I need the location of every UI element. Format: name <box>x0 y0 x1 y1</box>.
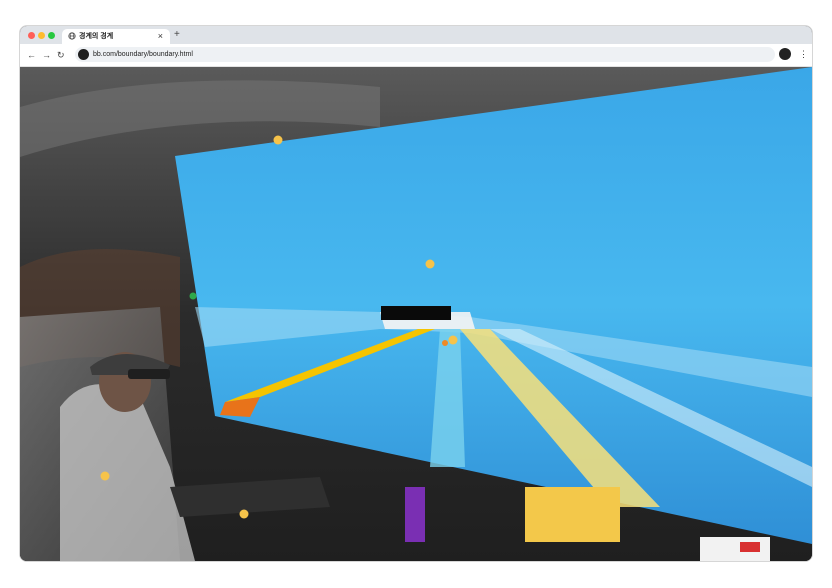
close-window-button[interactable] <box>28 32 35 39</box>
new-tab-button[interactable]: + <box>174 29 180 41</box>
url-text[interactable]: bb.com/boundary/boundary.html <box>93 48 193 61</box>
back-button[interactable]: ← <box>27 48 36 62</box>
green-marker-icon <box>189 292 197 300</box>
tab-title: 경계의 경계 <box>79 33 114 40</box>
page-content[interactable] <box>20 67 812 561</box>
tab-close-button[interactable]: × <box>158 30 163 42</box>
box-item <box>525 487 620 542</box>
profile-icon[interactable] <box>779 48 791 60</box>
smiling-face-icon <box>273 135 283 145</box>
reload-button[interactable]: ↻ <box>57 48 65 62</box>
orange-marker-icon <box>442 340 448 346</box>
minimize-window-button[interactable] <box>38 32 45 39</box>
purple-item <box>405 487 425 542</box>
globe-icon <box>68 32 76 40</box>
site-logo-icon <box>78 49 89 60</box>
black-bar <box>381 306 451 320</box>
browser-toolbar: ← → ↻ bb.com/boundary/boundary.html ⋮ <box>20 44 812 67</box>
address-bar[interactable]: bb.com/boundary/boundary.html <box>75 47 775 62</box>
browser-menu-button[interactable]: ⋮ <box>799 47 808 61</box>
sad-face-icon <box>100 471 110 481</box>
sad-face-icon-2 <box>239 509 249 519</box>
vr-headset <box>128 369 170 379</box>
smiling-face-icon-2 <box>448 335 458 345</box>
grinning-face-icon <box>425 259 435 269</box>
forward-button[interactable]: → <box>42 48 51 62</box>
tab-bar: 경계의 경계 × + <box>20 26 812 44</box>
maximize-window-button[interactable] <box>48 32 55 39</box>
red-item <box>740 542 760 552</box>
car-scene <box>20 67 812 561</box>
tab-active[interactable]: 경계의 경계 × <box>62 29 170 44</box>
browser-window: 경계의 경계 × + ← → ↻ bb.com/boundary/boundar… <box>20 26 812 561</box>
